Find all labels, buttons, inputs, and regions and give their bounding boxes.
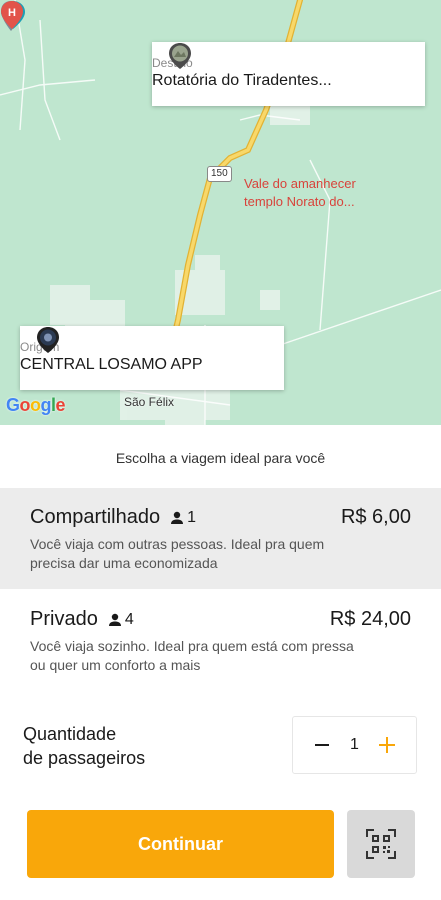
- poi-name-line1: Vale do amanhecer: [244, 176, 356, 191]
- google-logo: Google: [6, 395, 66, 415]
- seat-count: 1: [169, 509, 196, 527]
- option-description-line2: ou quer um conforto a mais: [30, 657, 201, 673]
- option-name: Compartilhado: [30, 506, 161, 528]
- poi-label[interactable]: Vale do amanhecer templo Norato do...: [244, 175, 356, 211]
- town-label: São Félix: [124, 395, 175, 409]
- hospital-icon[interactable]: H: [0, 0, 24, 30]
- option-description-line2: precisa dar uma economizada: [30, 555, 218, 571]
- poi-name-line2: templo Norato do...: [244, 194, 355, 209]
- map-view[interactable]: 150 Vale do amanhecer templo Norato do..…: [0, 0, 441, 425]
- person-icon: [108, 613, 121, 626]
- origin-pin-icon: [37, 327, 59, 353]
- road-number-label: 150: [207, 166, 232, 182]
- origin-card[interactable]: Origem CENTRAL LOSAMO APP: [20, 326, 284, 390]
- option-price: R$ 6,00: [340, 506, 411, 528]
- person-icon: [171, 511, 184, 524]
- passenger-quantity-label: Quantidade de passageiros: [23, 722, 145, 770]
- option-description: Você viaja com outras pessoas. Ideal pra…: [30, 535, 411, 573]
- ride-option-private[interactable]: Privado 4 R$ 24,00 Você viaja sozinho. I…: [0, 590, 441, 690]
- ride-option-shared[interactable]: Compartilhado 1 R$ 6,00 Você viaja com o…: [0, 488, 441, 589]
- svg-text:H: H: [8, 7, 16, 19]
- quantity-label-line2: de passageiros: [23, 748, 146, 768]
- option-description-line1: Você viaja com outras pessoas. Ideal pra…: [30, 536, 325, 552]
- option-description: Você viaja sozinho. Ideal pra quem está …: [30, 637, 411, 675]
- seat-count: 4: [107, 611, 134, 629]
- passenger-quantity-stepper[interactable]: 1: [292, 716, 417, 774]
- qr-scan-button[interactable]: [347, 810, 415, 878]
- seat-count-value: 1: [187, 508, 196, 526]
- destination-card[interactable]: Destino Rotatória do Tiradentes...: [152, 42, 425, 106]
- destination-value: Rotatória do Tiradentes...: [152, 72, 332, 89]
- quantity-label-line1: Quantidade: [23, 724, 117, 744]
- origin-value: CENTRAL LOSAMO APP: [20, 356, 203, 373]
- trip-choice-subtitle: Escolha a viagem ideal para você: [115, 450, 326, 466]
- option-description-line1: Você viaja sozinho. Ideal pra quem está …: [30, 638, 354, 654]
- passenger-quantity-value: 1: [350, 736, 359, 753]
- option-name: Privado: [30, 608, 98, 630]
- decrement-button[interactable]: [311, 734, 333, 756]
- seat-count-value: 4: [124, 610, 134, 628]
- option-price: R$ 24,00: [329, 608, 411, 630]
- continue-button[interactable]: Continuar: [27, 810, 334, 878]
- destination-pin-icon: [169, 43, 191, 69]
- increment-button[interactable]: [376, 734, 398, 756]
- plus-icon: [379, 737, 395, 753]
- minus-icon: [315, 744, 329, 746]
- qr-scan-icon: [366, 829, 396, 859]
